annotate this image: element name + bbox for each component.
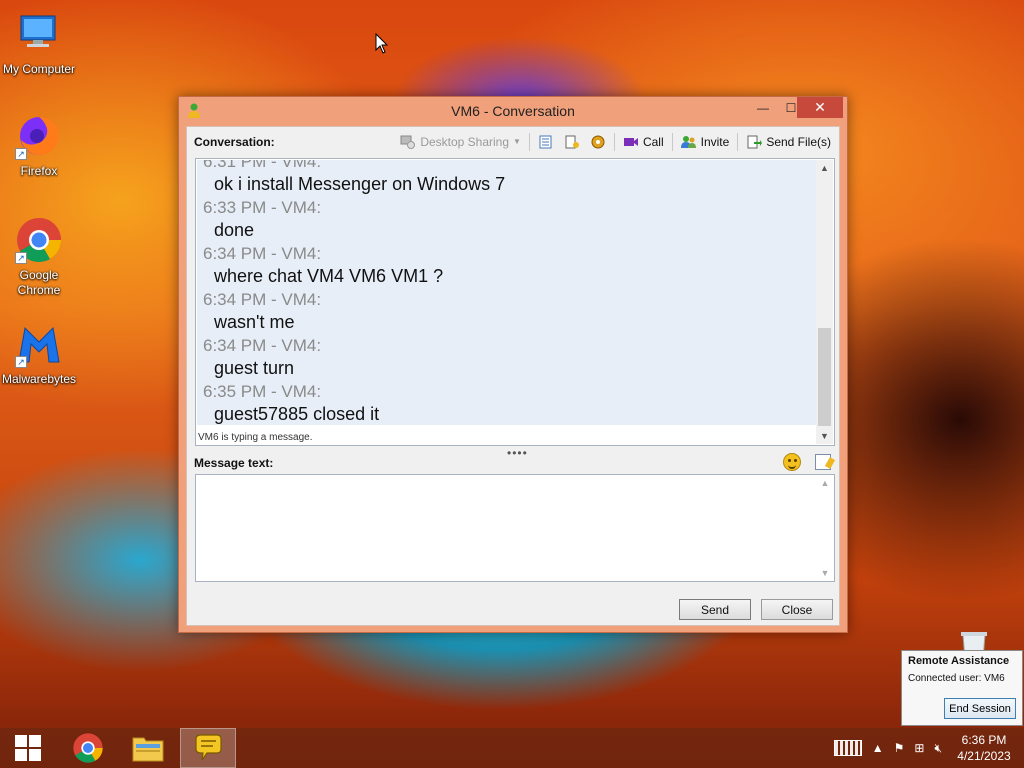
application-sharing-button[interactable]	[562, 135, 582, 149]
input-scrollbar[interactable]: ▲ ▼	[817, 476, 833, 580]
invite-button[interactable]: Invite	[679, 135, 732, 149]
desktop-icon-malwarebytes[interactable]: ↗ Malwarebytes	[0, 320, 78, 387]
minimize-button[interactable]: —	[749, 97, 777, 118]
message-header: 6:35 PM - VM4:	[203, 382, 322, 401]
scroll-down-icon[interactable]: ▼	[817, 568, 833, 578]
scroll-down-icon[interactable]: ▼	[816, 428, 833, 444]
invite-label: Invite	[700, 134, 730, 149]
shortcut-arrow-icon: ↗	[15, 356, 27, 368]
title-bar[interactable]: VM6 - Conversation — ☐ ✕	[179, 97, 847, 125]
desktop-icon-label: Google Chrome	[17, 268, 61, 297]
toolbar-separator	[528, 132, 530, 151]
messenger-chat-icon	[195, 734, 222, 761]
window-client-area: Conversation: Desktop Sharing ▼ Call Inv…	[186, 126, 840, 626]
clock[interactable]: 6:36 PM 4/21/2023	[952, 732, 1016, 764]
send-file-icon	[746, 135, 763, 149]
chrome-icon: ↗	[15, 216, 63, 264]
messenger-buddy-icon	[188, 103, 200, 118]
conversation-scrollbar[interactable]: ▲ ▼	[816, 160, 833, 444]
send-files-label: Send File(s)	[766, 134, 831, 149]
invite-people-icon	[680, 135, 697, 149]
malwarebytes-icon: ↗	[15, 320, 63, 368]
whiteboard-button[interactable]	[536, 135, 556, 149]
taskbar: ▲ ⚑ ⊞ 🔇︎ 6:36 PM 4/21/2023	[0, 728, 1024, 768]
video-call-icon	[623, 135, 639, 149]
scroll-up-icon[interactable]: ▲	[817, 478, 833, 488]
desktop-icon-my-computer[interactable]: My Computer	[0, 10, 78, 77]
desktop-sharing-icon	[400, 135, 416, 149]
touch-keyboard-icon[interactable]	[833, 740, 862, 756]
font-style-button[interactable]	[815, 454, 831, 470]
message-text: where chat VM4 VM6 VM1 ?	[214, 266, 444, 286]
whiteboard-icon	[538, 135, 554, 149]
windows-logo-icon	[15, 735, 41, 761]
message-header: 6:31 PM - VM4:	[203, 160, 322, 171]
volume-muted-icon[interactable]: 🔇︎	[934, 741, 942, 756]
computer-icon	[15, 10, 63, 58]
close-button[interactable]: Close	[761, 599, 833, 620]
send-button[interactable]: Send	[679, 599, 751, 620]
connected-user-text: Connected user: VM6	[908, 673, 1005, 684]
games-button[interactable]	[588, 135, 608, 149]
emoticon-button[interactable]	[783, 453, 801, 471]
message-header: 6:33 PM - VM4:	[203, 198, 322, 217]
action-center-flag-icon[interactable]: ⚑	[894, 741, 905, 755]
splitter-grip[interactable]: ••••	[507, 446, 528, 460]
desktop-icon-label: Malwarebytes	[1, 372, 77, 386]
message-text: guest turn	[214, 358, 295, 378]
desktop-sharing-button[interactable]: Desktop Sharing ▼	[398, 135, 523, 149]
taskbar-chrome[interactable]	[60, 728, 116, 768]
message-text: guest57885 closed it	[214, 404, 380, 424]
call-button[interactable]: Call	[621, 135, 666, 149]
games-icon	[590, 135, 606, 149]
desktop-icon-firefox[interactable]: ↗ Firefox	[0, 112, 78, 179]
shortcut-arrow-icon: ↗	[15, 148, 27, 160]
desktop-sharing-label: Desktop Sharing	[420, 134, 510, 149]
toolbar-separator	[613, 132, 615, 151]
toolbar-separator	[737, 132, 739, 151]
show-hidden-icons-icon[interactable]: ▲	[872, 741, 884, 755]
document-sharing-icon	[564, 135, 580, 149]
desktop-icon-label: Firefox	[20, 164, 58, 178]
message-text-label: Message text:	[194, 456, 274, 470]
conversation-history[interactable]: 6:31 PM - VM4: ok i install Messenger on…	[195, 158, 835, 446]
typing-status: VM6 is typing a message.	[198, 432, 313, 443]
end-session-button[interactable]: End Session	[944, 698, 1016, 719]
message-header: 6:34 PM - VM4:	[203, 336, 322, 355]
close-window-button[interactable]: ✕	[797, 97, 843, 118]
firefox-icon: ↗	[15, 112, 63, 160]
message-text: wasn't me	[214, 312, 295, 332]
scrollbar-thumb[interactable]	[818, 328, 831, 426]
conversation-toolbar: Conversation: Desktop Sharing ▼ Call Inv…	[187, 127, 839, 156]
clock-time: 6:36 PM	[961, 733, 1007, 747]
desktop-icon-google-chrome[interactable]: ↗ Google Chrome	[0, 216, 78, 298]
conversation-label: Conversation:	[194, 134, 275, 149]
desktop-icon-label: My Computer	[2, 62, 76, 76]
mouse-cursor-icon	[375, 33, 389, 54]
window-title: VM6 - Conversation	[451, 103, 575, 119]
message-text: done	[214, 220, 255, 240]
call-label: Call	[642, 134, 664, 149]
start-button[interactable]	[0, 728, 56, 768]
chevron-down-icon: ▼	[513, 137, 521, 146]
conversation-window: VM6 - Conversation — ☐ ✕ Conversation: D…	[178, 96, 848, 633]
send-files-button[interactable]: Send File(s)	[744, 135, 833, 149]
clock-date: 4/21/2023	[957, 749, 1011, 763]
folder-icon	[132, 737, 164, 762]
message-header: 6:34 PM - VM4:	[203, 290, 322, 309]
message-text: ok i install Messenger on Windows 7	[214, 174, 506, 194]
remote-assistance-title: Remote Assistance	[908, 655, 1010, 667]
taskbar-messenger[interactable]	[180, 728, 236, 768]
shortcut-arrow-icon: ↗	[15, 252, 27, 264]
chrome-icon	[73, 733, 103, 763]
scroll-up-icon[interactable]: ▲	[816, 160, 833, 176]
network-icon[interactable]: ⊞	[914, 741, 924, 755]
taskbar-file-explorer[interactable]	[120, 728, 176, 768]
message-header: 6:34 PM - VM4:	[203, 244, 322, 263]
message-input[interactable]	[195, 474, 835, 582]
message-list: 6:31 PM - VM4: ok i install Messenger on…	[197, 160, 817, 425]
toolbar-separator	[671, 132, 673, 151]
remote-assistance-panel: Remote Assistance Connected user: VM6 En…	[901, 650, 1023, 726]
system-tray: ▲ ⚑ ⊞ 🔇︎ 6:36 PM 4/21/2023	[833, 732, 1024, 764]
